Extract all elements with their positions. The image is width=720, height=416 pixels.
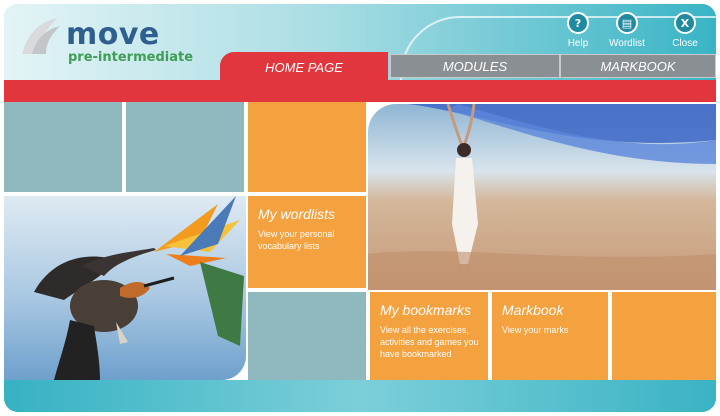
tile-empty-2 [126, 102, 244, 194]
wordlists-description: View your personal vocabulary lists [258, 229, 335, 251]
wordlist-label: Wordlist [609, 38, 645, 49]
header: move pre-intermediate ? Help ▤ Wordlist … [4, 4, 716, 98]
help-button[interactable]: ? Help [553, 12, 603, 49]
wordlists-card[interactable]: My wordlists View your personal vocabula… [246, 196, 366, 290]
markbook-description: View your marks [502, 325, 569, 335]
logo-mark-icon [22, 18, 60, 54]
logo-wordmark: move [66, 17, 160, 52]
close-icon: X [674, 12, 696, 34]
hummingbird-photo [4, 196, 246, 380]
tile-empty-1 [4, 102, 124, 194]
help-label: Help [567, 38, 589, 49]
tile-empty-3 [248, 292, 368, 380]
tile-empty-orange [246, 102, 366, 194]
bookmarks-card[interactable]: My bookmarks View all the exercises, act… [370, 292, 490, 380]
woman-with-cloth-illustration [368, 104, 716, 290]
bookmarks-title: My bookmarks [380, 302, 472, 318]
wordlist-button[interactable]: ▤ Wordlist [602, 12, 652, 49]
tab-markbook[interactable]: MARKBOOK [560, 54, 716, 78]
home-grid: My wordlists View your personal vocabula… [4, 102, 716, 380]
tab-home-page[interactable]: HOME PAGE [220, 52, 388, 82]
close-label: Close [672, 38, 698, 49]
tile-empty-orange-2 [612, 292, 716, 380]
logo-subtitle: pre-intermediate [68, 50, 194, 65]
wordlist-icon: ▤ [616, 12, 638, 34]
footer-bar [4, 380, 716, 412]
app-window: move pre-intermediate ? Help ▤ Wordlist … [4, 4, 716, 412]
markbook-card[interactable]: Markbook View your marks [492, 292, 610, 380]
tab-modules[interactable]: MODULES [390, 54, 560, 78]
markbook-title: Markbook [502, 302, 564, 318]
beach-photo [368, 104, 716, 290]
help-icon: ? [567, 12, 589, 34]
bookmarks-description: View all the exercises, activities and g… [380, 325, 479, 359]
hummingbird-illustration [34, 196, 244, 380]
wordlists-title: My wordlists [258, 206, 336, 222]
close-button[interactable]: X Close [660, 12, 710, 49]
